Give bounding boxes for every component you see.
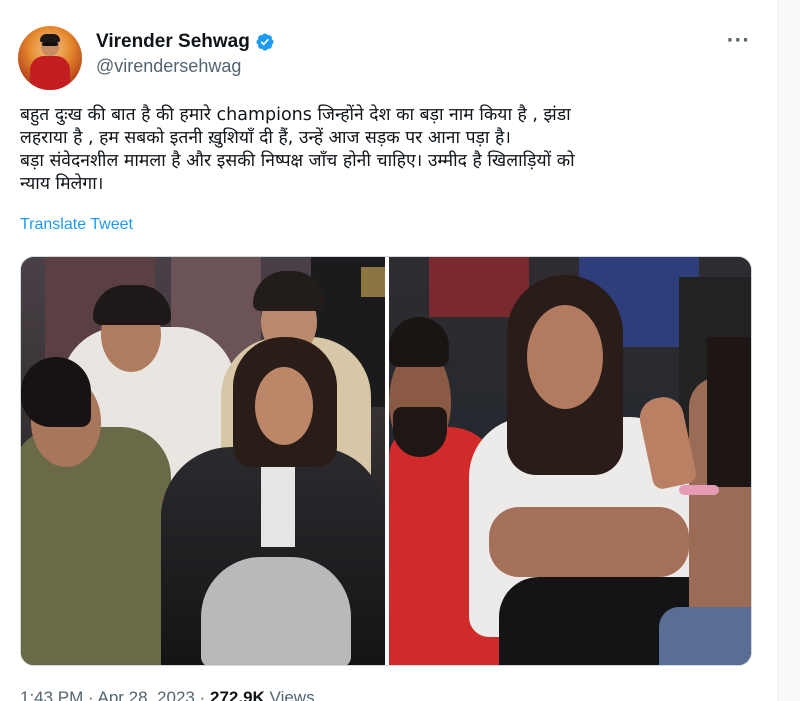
pink-bracelet bbox=[679, 485, 719, 495]
right-photo[interactable] bbox=[389, 257, 751, 665]
more-options-icon[interactable]: ··· bbox=[726, 30, 750, 51]
tweet-text: बहुत दुःख की बात है की हमारे champions ज… bbox=[20, 104, 760, 196]
display-name[interactable]: Virender Sehwag bbox=[96, 31, 250, 53]
translate-tweet-link[interactable]: Translate Tweet bbox=[20, 216, 133, 234]
views-label: Views bbox=[269, 688, 315, 701]
person-white-tee bbox=[261, 457, 295, 547]
tweet-time[interactable]: 1:43 PM bbox=[20, 688, 83, 701]
left-photo[interactable] bbox=[21, 257, 385, 665]
meta-separator: · bbox=[88, 688, 98, 701]
person-hair bbox=[707, 337, 751, 487]
avatar-glasses bbox=[42, 42, 58, 46]
blue-jeans bbox=[659, 607, 751, 665]
column-border bbox=[778, 0, 779, 701]
name-row: Virender Sehwag bbox=[96, 31, 275, 53]
person-hair bbox=[21, 357, 91, 427]
person-hair bbox=[389, 317, 449, 367]
person-face bbox=[527, 305, 603, 409]
jacket-logo bbox=[361, 267, 385, 297]
tweet-meta: 1:43 PM · Apr 28, 2023 · 272.9K Views bbox=[20, 688, 315, 701]
tweet-line: बड़ा संवेदनशील मामला है और इसकी निष्पक्ष… bbox=[20, 151, 575, 171]
tweet-line: लहराया है , हम सबको इतनी ख़ुशियाँ दी हैं… bbox=[20, 128, 511, 148]
avatar[interactable] bbox=[18, 26, 82, 90]
tweet-card: Virender Sehwag @virendersehwag ··· बहुत… bbox=[0, 0, 778, 701]
person-hair bbox=[93, 285, 171, 325]
avatar-body bbox=[30, 56, 70, 90]
person-face bbox=[255, 367, 313, 445]
verified-badge-icon bbox=[255, 32, 275, 52]
meta-separator: · bbox=[199, 688, 210, 701]
media-grid bbox=[20, 256, 752, 666]
avatar-hair bbox=[40, 34, 60, 42]
tweet-date[interactable]: Apr 28, 2023 bbox=[98, 688, 195, 701]
person-green-jacket bbox=[21, 427, 171, 665]
tweet-line: बहुत दुःख की बात है की हमारे champions ज… bbox=[20, 105, 571, 125]
scrollbar[interactable] bbox=[780, 0, 800, 701]
person-arms bbox=[489, 507, 689, 577]
tweet-header: Virender Sehwag @virendersehwag ··· bbox=[18, 22, 756, 92]
tweet-line: न्याय मिलेगा। bbox=[20, 174, 104, 194]
handle[interactable]: @virendersehwag bbox=[96, 56, 241, 77]
grey-pants bbox=[201, 557, 351, 665]
views-count: 272.9K bbox=[209, 688, 265, 701]
